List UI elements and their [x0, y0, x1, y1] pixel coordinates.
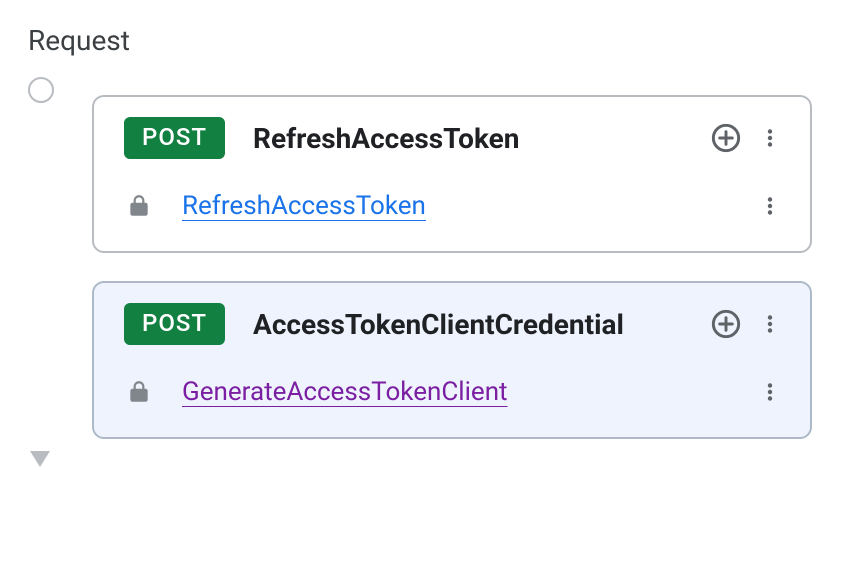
- lock-icon: [124, 190, 154, 222]
- add-button[interactable]: [708, 120, 744, 156]
- section-title: Request: [28, 24, 820, 57]
- http-method-badge: POST: [124, 303, 225, 345]
- plus-circle-icon: [710, 308, 742, 340]
- flow-step-card[interactable]: POST AccessTokenClientCredential: [92, 281, 812, 439]
- more-vert-icon: [758, 308, 782, 340]
- policy-more-options-button[interactable]: [752, 374, 788, 410]
- more-vert-icon: [758, 122, 782, 154]
- flow-step-policy-row: RefreshAccessToken: [124, 183, 788, 229]
- flow-start-node: [28, 77, 54, 103]
- more-options-button[interactable]: [752, 306, 788, 342]
- flow-step-title: AccessTokenClientCredential: [253, 308, 708, 341]
- policy-more-options-button[interactable]: [752, 188, 788, 224]
- flow-step-header: POST AccessTokenClientCredential: [124, 301, 788, 347]
- more-vert-icon: [758, 376, 782, 408]
- flow-step-title: RefreshAccessToken: [253, 122, 708, 155]
- flow-step-header: POST RefreshAccessToken: [124, 115, 788, 161]
- policy-link[interactable]: GenerateAccessTokenClient: [182, 377, 752, 407]
- flow-step-policy-row: GenerateAccessTokenClient: [124, 369, 788, 415]
- flow-timeline: [24, 77, 64, 467]
- flow-connector-line: [38, 101, 42, 451]
- flow-end-arrow: [30, 451, 50, 467]
- flow-step-card[interactable]: POST RefreshAccessToken: [92, 95, 812, 253]
- more-vert-icon: [758, 190, 782, 222]
- request-flow-container: POST RefreshAccessToken: [24, 77, 820, 467]
- http-method-badge: POST: [124, 117, 225, 159]
- flow-steps-list: POST RefreshAccessToken: [64, 77, 820, 467]
- add-button[interactable]: [708, 306, 744, 342]
- plus-circle-icon: [710, 122, 742, 154]
- policy-link[interactable]: RefreshAccessToken: [182, 191, 752, 221]
- more-options-button[interactable]: [752, 120, 788, 156]
- lock-icon: [124, 376, 154, 408]
